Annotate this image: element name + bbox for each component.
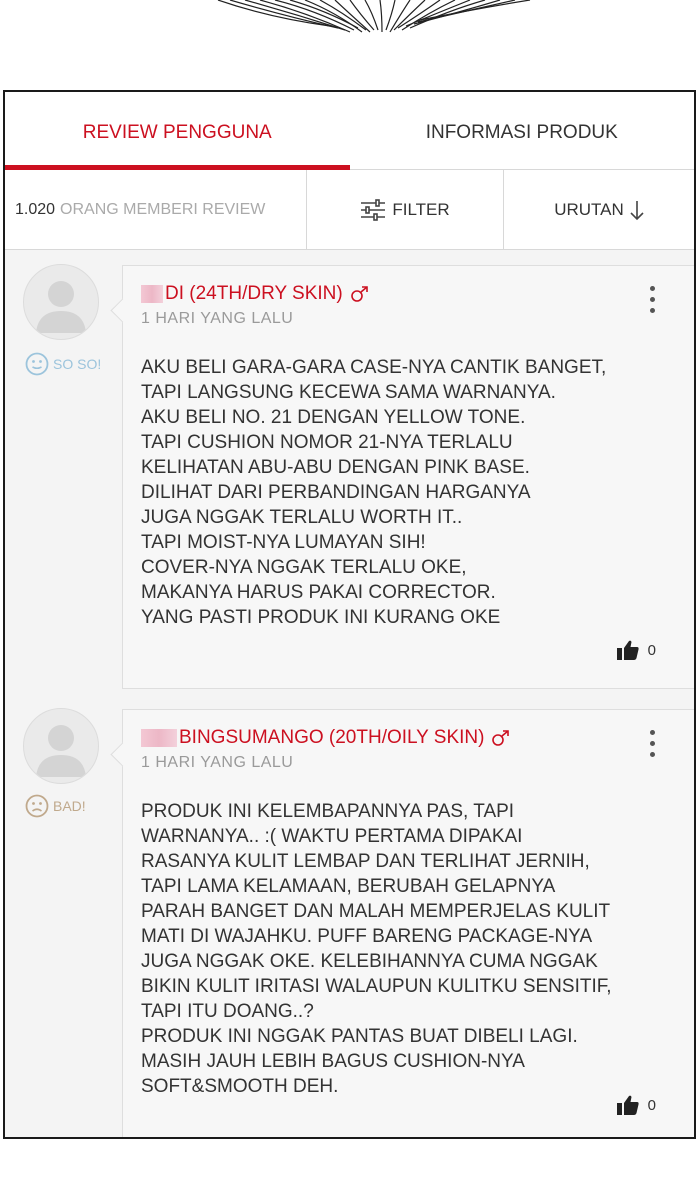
reviewer-name[interactable]: DI (24TH/DRY SKIN) bbox=[141, 283, 371, 305]
mood-badge: SO SO! bbox=[25, 352, 101, 376]
thumbs-up-icon bbox=[616, 1095, 639, 1115]
review-text: PRODUK INI KELEMBAPANNYA PAS, TAPI WARNA… bbox=[141, 801, 612, 1097]
censored-name-prefix bbox=[141, 285, 163, 303]
avatar[interactable] bbox=[23, 264, 99, 340]
male-icon bbox=[492, 730, 510, 746]
review-card: BINGSUMANGO (20TH/OILY SKIN) 1 HARI YANG… bbox=[122, 709, 694, 1137]
review-text: AKU BELI GARA-GARA CASE-NYA CANTIK BANGE… bbox=[141, 357, 607, 628]
reviewer-name-text: DI (24TH/DRY SKIN) bbox=[165, 283, 343, 304]
reviewer-name-text: BINGSUMANGO (20TH/OILY SKIN) bbox=[179, 727, 485, 748]
review-count-label: ORANG MEMBERI REVIEW bbox=[60, 200, 266, 218]
mood-badge: BAD! bbox=[25, 794, 86, 818]
thumbs-up-icon bbox=[616, 640, 639, 660]
review-time: 1 HARI YANG LALU bbox=[141, 310, 294, 327]
review-card: DI (24TH/DRY SKIN) 1 HARI YANG LALU AKU … bbox=[122, 265, 694, 689]
sort-label: URUTAN bbox=[554, 199, 624, 219]
review-count: 1.020 ORANG MEMBERI REVIEW bbox=[5, 170, 307, 249]
review-panel: REVIEW PENGGUNA INFORMASI PRODUK 1.020 O… bbox=[3, 90, 696, 1139]
default-user-icon bbox=[36, 281, 86, 333]
mood-label: SO SO! bbox=[53, 356, 102, 372]
review-count-number: 1.020 bbox=[15, 200, 56, 218]
like-button[interactable]: 0 bbox=[616, 639, 656, 661]
review-item: BAD! BINGSUMANGO (20TH/OILY SKIN) 1 HARI… bbox=[5, 694, 694, 1137]
sad-face-icon bbox=[25, 794, 49, 818]
neutral-face-icon bbox=[25, 352, 49, 376]
review-toolbar: 1.020 ORANG MEMBERI REVIEW FILTER URUTAN bbox=[5, 170, 694, 250]
like-count: 0 bbox=[647, 1096, 656, 1114]
mood-label: BAD! bbox=[53, 798, 86, 814]
default-user-icon bbox=[36, 725, 86, 777]
tab-user-reviews[interactable]: REVIEW PENGGUNA bbox=[5, 92, 350, 170]
hair-illustration bbox=[217, 0, 531, 33]
arrow-down-icon bbox=[630, 200, 644, 220]
more-options-icon[interactable] bbox=[650, 730, 658, 757]
like-count: 0 bbox=[647, 641, 656, 659]
filter-label: FILTER bbox=[392, 199, 450, 219]
tab-product-info[interactable]: INFORMASI PRODUK bbox=[350, 92, 695, 169]
male-icon bbox=[350, 286, 368, 302]
filter-sliders-icon bbox=[361, 198, 386, 221]
review-time: 1 HARI YANG LALU bbox=[141, 754, 294, 771]
review-item: SO SO! DI (24TH/DRY SKIN) 1 HARI YANG LA… bbox=[5, 250, 694, 694]
like-button[interactable]: 0 bbox=[616, 1094, 656, 1116]
sort-button[interactable]: URUTAN bbox=[504, 170, 694, 249]
more-options-icon[interactable] bbox=[650, 286, 658, 313]
filter-button[interactable]: FILTER bbox=[307, 170, 504, 249]
reviewer-name[interactable]: BINGSUMANGO (20TH/OILY SKIN) bbox=[141, 727, 512, 749]
censored-name-prefix bbox=[141, 729, 177, 747]
avatar[interactable] bbox=[23, 708, 99, 784]
tab-bar: REVIEW PENGGUNA INFORMASI PRODUK bbox=[5, 92, 694, 170]
